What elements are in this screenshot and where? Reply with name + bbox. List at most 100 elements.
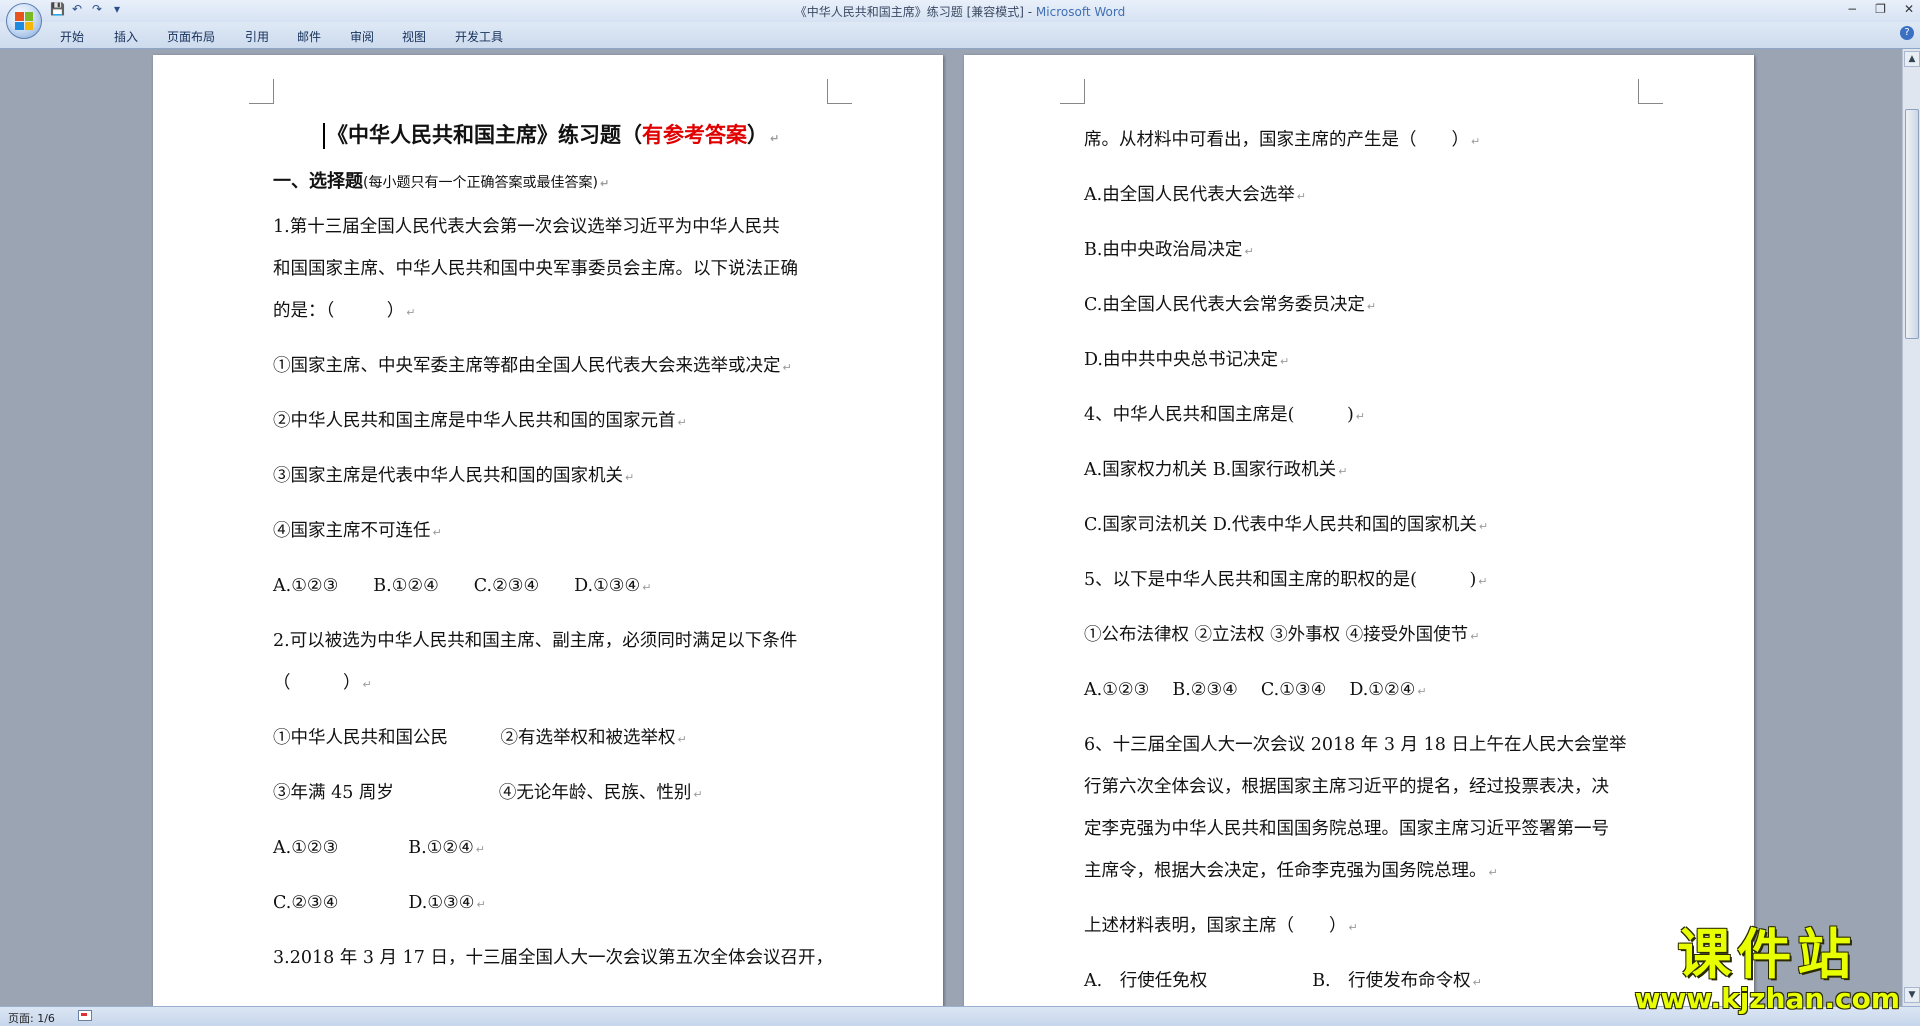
scroll-down-button[interactable]: ▼ bbox=[1904, 987, 1920, 1003]
tab-insert[interactable]: 插入 bbox=[114, 28, 138, 45]
line-text: B.由中央政治局决定 bbox=[1084, 240, 1243, 260]
window-controls: − ❐ ✕ bbox=[1847, 2, 1914, 16]
scroll-thumb[interactable] bbox=[1905, 109, 1919, 339]
paragraph-mark: ↵ bbox=[1366, 300, 1377, 313]
paragraph-mark: ↵ bbox=[1471, 135, 1481, 148]
document-name: 《中华人民共和国主席》练习题 [兼容模式] - bbox=[794, 5, 1036, 19]
paragraph-mark: ↵ bbox=[677, 733, 687, 746]
page-left[interactable]: 《中华人民共和国主席》练习题（有参考答案） ↵ 一、选择题(每小题只有一个正确答案… bbox=[153, 55, 943, 1006]
line-text: ①公布法律权 ②立法权 ③外事权 ④接受外国使节 bbox=[1084, 625, 1469, 645]
question-line: 行第六次全体会议，根据国家主席习近平的提名，经过投票表决，决 bbox=[1084, 775, 1609, 799]
section-note: (每小题只有一个正确答案或最佳答案) bbox=[363, 175, 598, 191]
section-heading: 一、选择题(每小题只有一个正确答案或最佳答案) ↵ bbox=[273, 170, 609, 196]
line-text: C.②③④ D.①③④ bbox=[273, 893, 475, 913]
answer-line: A.①②③ B.②③④ C.①③④ D.①②④ ↵ bbox=[1084, 678, 1427, 704]
tab-home[interactable]: 开始 bbox=[60, 28, 84, 45]
question-line: 2.可以被选为中华人民共和国主席、副主席，必须同时满足以下条件 bbox=[273, 629, 797, 653]
tab-mailings[interactable]: 邮件 bbox=[297, 28, 321, 45]
paragraph-mark: ↵ bbox=[1472, 976, 1482, 989]
paragraph-mark: ↵ bbox=[1478, 575, 1488, 588]
section-heading-text: 一、选择题 bbox=[273, 171, 363, 192]
question-line: 5、以下是中华人民共和国主席的职权的是( ) ↵ bbox=[1084, 568, 1488, 594]
scroll-up-button[interactable]: ▲ bbox=[1904, 51, 1920, 67]
tab-page-layout[interactable]: 页面布局 bbox=[167, 28, 215, 45]
office-button[interactable] bbox=[6, 3, 42, 39]
line-text: ④国家主席不可连任 bbox=[273, 521, 431, 541]
option-line: C.由全国人民代表大会常务委员决定 ↵ bbox=[1084, 293, 1376, 319]
line-text: 6、十三届全国人大一次会议 2018 年 3 月 18 日上午在人民大会堂举 bbox=[1084, 735, 1627, 755]
line-text: A.国家权力机关 B.国家行政机关 bbox=[1084, 460, 1337, 480]
option-line: A. 行使任免权 B. 行使发布命令权 ↵ bbox=[1084, 969, 1482, 995]
line-text: A.由全国人民代表大会选举 bbox=[1084, 185, 1295, 205]
line-text: ③年满 45 周岁 ④无论年龄、民族、性别 bbox=[273, 783, 692, 803]
document-title: 《中华人民共和国主席》练习题（有参考答案） ↵ bbox=[323, 123, 779, 151]
line-text: 行第六次全体会议，根据国家主席习近平的提名，经过投票表决，决 bbox=[1084, 777, 1609, 797]
answer-line: C.②③④ D.①③④ ↵ bbox=[273, 891, 486, 917]
option-line: ②中华人民共和国主席是中华人民共和国的国家元首 ↵ bbox=[273, 409, 687, 435]
paragraph-mark: ↵ bbox=[362, 678, 372, 691]
line-text: ②中华人民共和国主席是中华人民共和国的国家元首 bbox=[273, 411, 676, 431]
line-text: 5、以下是中华人民共和国主席的职权的是( ) bbox=[1084, 570, 1477, 590]
vertical-scrollbar[interactable]: ▲ ▼ bbox=[1902, 49, 1920, 1006]
line-text: 席。从材料中可看出，国家主席的产生是（ ） bbox=[1084, 130, 1469, 150]
crop-mark bbox=[249, 79, 274, 104]
question-line: 3.2018 年 3 月 17 日，十三届全国人大一次会议第五次全体会议召开， bbox=[273, 946, 833, 970]
line-text: 3.2018 年 3 月 17 日，十三届全国人大一次会议第五次全体会议召开， bbox=[273, 948, 833, 968]
line-text: 定李克强为中华人民共和国国务院总理。国家主席习近平签署第一号 bbox=[1084, 819, 1609, 839]
question-line: 6、十三届全国人大一次会议 2018 年 3 月 18 日上午在人民大会堂举 bbox=[1084, 733, 1626, 757]
minimize-button[interactable]: − bbox=[1847, 2, 1857, 16]
tab-view[interactable]: 视图 bbox=[402, 28, 426, 45]
paragraph-mark: ↵ bbox=[625, 471, 635, 484]
close-button[interactable]: ✕ bbox=[1904, 2, 1914, 16]
line-text: A.①②③ B.①②④ bbox=[273, 838, 474, 858]
line-text: 的是：（ ） bbox=[273, 301, 405, 321]
paragraph-mark: ↵ bbox=[406, 306, 416, 319]
paragraph-mark: ↵ bbox=[1279, 355, 1290, 368]
option-line: ③国家主席是代表中华人民共和国的国家机关 ↵ bbox=[273, 464, 634, 490]
paragraph-mark: ↵ bbox=[599, 177, 610, 190]
status-bar: 页面: 1/6 bbox=[0, 1006, 1920, 1026]
maximize-button[interactable]: ❐ bbox=[1875, 2, 1886, 16]
paragraph-mark: ↵ bbox=[1417, 685, 1427, 698]
question-line: 4、中华人民共和国主席是( ) ↵ bbox=[1084, 403, 1365, 429]
option-line: ①中华人民共和国公民 ②有选举权和被选举权 ↵ bbox=[273, 726, 687, 752]
proofing-icon[interactable] bbox=[78, 1010, 92, 1021]
question-line: 定李克强为中华人民共和国国务院总理。国家主席习近平签署第一号 bbox=[1084, 817, 1609, 841]
answer-line: A.①②③ B.①②④ ↵ bbox=[273, 836, 485, 862]
question-line: 的是：（ ） ↵ bbox=[273, 299, 415, 325]
option-line: B.由中央政治局决定 ↵ bbox=[1084, 238, 1254, 264]
line-text: ①中华人民共和国公民 ②有选举权和被选举权 bbox=[273, 728, 676, 748]
help-icon[interactable]: ? bbox=[1900, 26, 1914, 40]
page-count[interactable]: 页面: 1/6 bbox=[8, 1010, 55, 1026]
question-line: 席。从材料中可看出，国家主席的产生是（ ） ↵ bbox=[1084, 128, 1480, 154]
option-line: C.国家司法机关 D.代表中华人民共和国的国家机关 ↵ bbox=[1084, 513, 1488, 539]
paragraph-mark: ↵ bbox=[770, 132, 780, 145]
paragraph-mark: ↵ bbox=[1355, 410, 1366, 423]
paragraph-mark: ↵ bbox=[1488, 866, 1498, 879]
line-text: 2.可以被选为中华人民共和国主席、副主席，必须同时满足以下条件 bbox=[273, 631, 798, 651]
line-text: A. 行使任免权 B. 行使发布命令权 bbox=[1084, 971, 1471, 991]
title-bar: 💾 ↶ ↷ ▾ 《中华人民共和国主席》练习题 [兼容模式] - Microsof… bbox=[0, 0, 1920, 39]
option-line: ④国家主席不可连任 ↵ bbox=[273, 519, 442, 545]
question-line: 主席令，根据大会决定，任命李克强为国务院总理。 ↵ bbox=[1084, 859, 1498, 885]
line-text: 上述材料表明，国家主席（ ） bbox=[1084, 916, 1347, 936]
page-right[interactable]: 席。从材料中可看出，国家主席的产生是（ ） ↵ A.由全国人民代表大会选举 ↵ B.… bbox=[964, 55, 1754, 1006]
line-text: D.由中共中央总书记决定 bbox=[1084, 350, 1278, 370]
tab-developer[interactable]: 开发工具 bbox=[455, 28, 503, 45]
tab-review[interactable]: 审阅 bbox=[350, 28, 374, 45]
paragraph-mark: ↵ bbox=[1348, 921, 1358, 934]
tab-references[interactable]: 引用 bbox=[245, 28, 269, 45]
watermark: 课件站 www.kjzhan.com bbox=[1635, 926, 1900, 1014]
watermark-url: www.kjzhan.com bbox=[1634, 982, 1900, 1015]
option-line: ①公布法律权 ②立法权 ③外事权 ④接受外国使节 ↵ bbox=[1084, 623, 1479, 649]
line-text: A.①②③ B.②③④ C.①③④ D.①②④ bbox=[1084, 680, 1416, 700]
crop-mark bbox=[1638, 79, 1663, 104]
paragraph-mark: ↵ bbox=[693, 788, 703, 801]
document-area[interactable]: 《中华人民共和国主席》练习题（有参考答案） ↵ 一、选择题(每小题只有一个正确答案… bbox=[0, 49, 1902, 1006]
watermark-title: 课件站 bbox=[1677, 923, 1858, 986]
line-text: 主席令，根据大会决定，任命李克强为国务院总理。 bbox=[1084, 861, 1487, 881]
line-text: C.由全国人民代表大会常务委员决定 bbox=[1084, 295, 1365, 315]
title-answer-highlight: 有参考答案 bbox=[642, 123, 747, 147]
paragraph-mark: ↵ bbox=[1478, 520, 1489, 533]
line-text: （ ） bbox=[273, 673, 361, 693]
